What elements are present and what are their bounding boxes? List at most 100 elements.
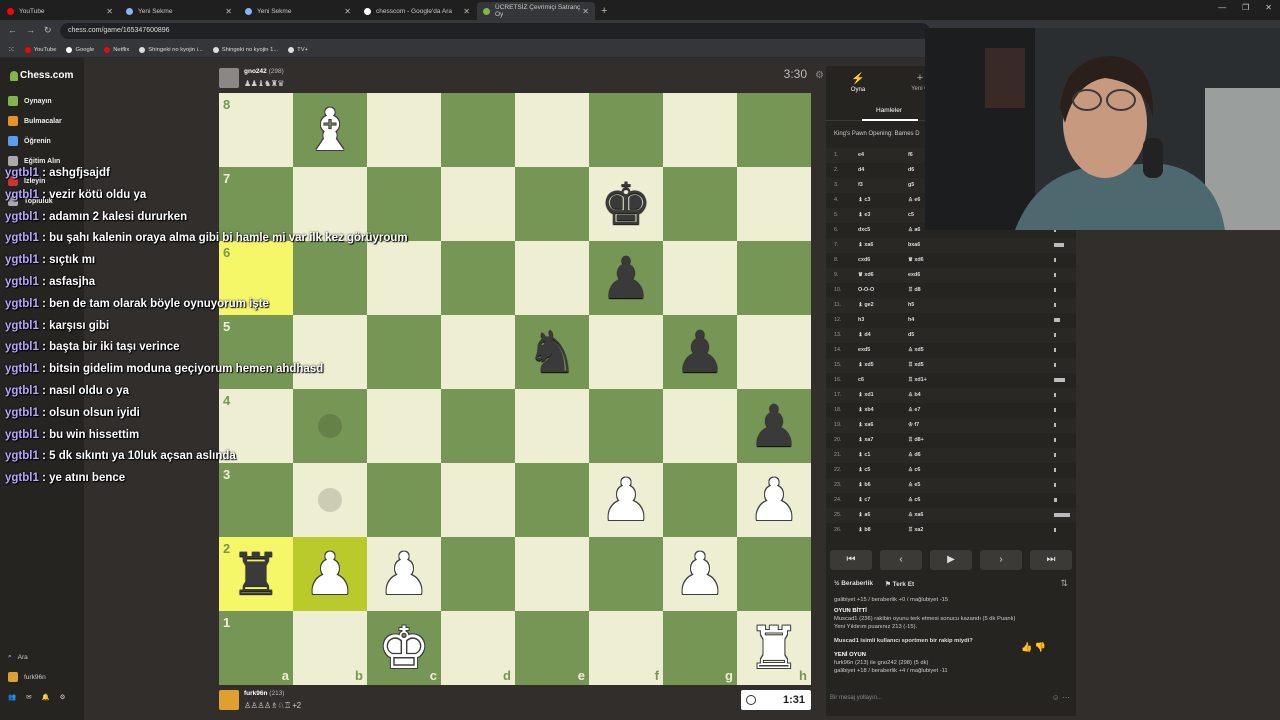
black-move[interactable]: h5	[908, 298, 914, 313]
square-b8[interactable]: ♝	[293, 93, 367, 167]
square-e2[interactable]	[515, 537, 589, 611]
black-move[interactable]: bxa6	[908, 238, 920, 253]
black-move[interactable]: ♖ xd5	[908, 358, 924, 373]
black-move[interactable]: ♖ xd1+	[908, 373, 927, 388]
white-move[interactable]: ♝ xd1	[858, 388, 874, 403]
move-hint-dot[interactable]	[318, 488, 342, 512]
white-move[interactable]: f3	[858, 178, 863, 193]
sidebar-item[interactable]: Bulmacalar	[8, 116, 62, 126]
white-move[interactable]: cxd6	[858, 253, 870, 268]
white-move[interactable]: dxc5	[858, 223, 870, 238]
square-b2[interactable]: ♟	[293, 537, 367, 611]
white-move[interactable]: exd5	[858, 343, 870, 358]
thumbs-up-icon[interactable]: 👍	[1021, 642, 1032, 652]
square-f4[interactable]	[589, 389, 663, 463]
settings-gear-icon[interactable]: ⚙	[60, 693, 66, 701]
square-a2[interactable]: 2 ♜	[219, 537, 293, 611]
sidebar-item[interactable]: Öğrenin	[8, 136, 51, 146]
draw-button[interactable]: ½ Beraberlik	[834, 580, 873, 588]
browser-tab[interactable]: YouTube ✕	[1, 2, 119, 20]
square-e3[interactable]	[515, 463, 589, 537]
black-move[interactable]: ♖ d8+	[908, 433, 924, 448]
maximize-icon[interactable]: ❐	[1242, 3, 1249, 12]
square-h5[interactable]	[737, 315, 811, 389]
bookmark-item[interactable]: Google	[66, 46, 94, 53]
white-move[interactable]: ♝ xa6	[858, 238, 873, 253]
white-move[interactable]: ♝ d4	[858, 328, 871, 343]
opponent-username[interactable]: gno242	[244, 68, 267, 75]
black-move[interactable]: ♙ e6	[908, 193, 920, 208]
opponent-name[interactable]: gno242 (298)	[244, 68, 284, 75]
black-move[interactable]: ♔ f7	[908, 418, 919, 433]
browser-tab[interactable]: ÜCRETSİZ Çevrimiçi Satranç Oy ✕	[477, 2, 595, 20]
square-f8[interactable]	[589, 93, 663, 167]
white-move[interactable]: ♝ xb4	[858, 403, 874, 418]
piece-f7[interactable]: ♚	[589, 167, 663, 241]
square-f2[interactable]	[589, 537, 663, 611]
emoji-icon[interactable]: ☺ ⋯	[1052, 693, 1070, 702]
square-h6[interactable]	[737, 241, 811, 315]
square-d8[interactable]	[441, 93, 515, 167]
piece-c2[interactable]: ♟	[367, 537, 441, 611]
black-move[interactable]: ♙ e5	[908, 478, 920, 493]
reload-icon[interactable]: ↻	[44, 25, 52, 36]
white-move[interactable]: ♝ ge2	[858, 298, 874, 313]
black-move[interactable]: h4	[908, 313, 914, 328]
forward-icon[interactable]: →	[26, 25, 35, 35]
piece-h1[interactable]: ♜	[737, 611, 811, 685]
black-move[interactable]: ♙ d6	[908, 448, 921, 463]
white-move[interactable]: ♝ e3	[858, 208, 870, 223]
square-f6[interactable]: ♟	[589, 241, 663, 315]
black-move[interactable]: ♙ e7	[908, 403, 920, 418]
square-f5[interactable]	[589, 315, 663, 389]
bookmark-item[interactable]: YouTube	[24, 46, 56, 53]
square-g8[interactable]	[663, 93, 737, 167]
tab-close-icon[interactable]: ✕	[344, 7, 351, 16]
black-move[interactable]: ♛ xd6	[908, 253, 924, 268]
player-name[interactable]: furk96n (213)	[244, 690, 284, 697]
first-move-button[interactable]: ⏮	[830, 550, 872, 570]
square-h3[interactable]: ♟	[737, 463, 811, 537]
thumbs-down-icon[interactable]: 👎	[1035, 642, 1046, 652]
tab-close-icon[interactable]: ✕	[582, 7, 589, 16]
piece-g2[interactable]: ♟	[663, 537, 737, 611]
opponent-avatar[interactable]	[219, 68, 239, 88]
browser-tab[interactable]: Yeni Sekme ✕	[120, 2, 238, 20]
black-move[interactable]: d5	[908, 328, 914, 343]
square-g2[interactable]: ♟	[663, 537, 737, 611]
square-g5[interactable]: ♟	[663, 315, 737, 389]
opening-name[interactable]: King's Pawn Opening: Barnes D	[834, 131, 920, 137]
square-d2[interactable]	[441, 537, 515, 611]
square-f1[interactable]: f	[589, 611, 663, 685]
white-move[interactable]: ♝ xa6	[858, 418, 873, 433]
square-h4[interactable]: ♟	[737, 389, 811, 463]
white-move[interactable]: c6	[858, 373, 864, 388]
square-g4[interactable]	[663, 389, 737, 463]
piece-b8[interactable]: ♝	[293, 93, 367, 167]
friends-icon[interactable]: 👥	[8, 693, 16, 701]
square-g7[interactable]	[663, 167, 737, 241]
sidebar-item[interactable]: Oynayın	[8, 96, 52, 106]
square-e6[interactable]	[515, 241, 589, 315]
resign-button[interactable]: ⚑ Terk Et	[885, 580, 914, 588]
tab-close-icon[interactable]: ✕	[225, 7, 232, 16]
browser-tab[interactable]: chesscom - Google'da Ara ✕	[358, 2, 476, 20]
minimize-icon[interactable]: —	[1218, 3, 1226, 12]
player-avatar[interactable]	[219, 690, 239, 710]
piece-g5[interactable]: ♟	[663, 315, 737, 389]
piece-e5[interactable]: ♞	[515, 315, 589, 389]
white-move[interactable]: ♝ xa7	[858, 433, 873, 448]
black-move[interactable]: ♙ c6	[908, 463, 920, 478]
white-move[interactable]: O-O-O	[858, 283, 874, 298]
white-move[interactable]: ♝ b8	[858, 523, 871, 538]
back-icon[interactable]: ←	[8, 25, 17, 35]
square-b1[interactable]: b	[293, 611, 367, 685]
white-move[interactable]: ♛ xd6	[858, 268, 874, 283]
square-f7[interactable]: ♚	[589, 167, 663, 241]
piece-b2[interactable]: ♟	[293, 537, 367, 611]
flip-board-icon[interactable]: ⇅	[1060, 578, 1068, 589]
piece-f3[interactable]: ♟	[589, 463, 663, 537]
white-move[interactable]: ♝ c7	[858, 493, 870, 508]
square-a1[interactable]: 1a	[219, 611, 293, 685]
bell-icon[interactable]: 🔔	[42, 693, 50, 701]
